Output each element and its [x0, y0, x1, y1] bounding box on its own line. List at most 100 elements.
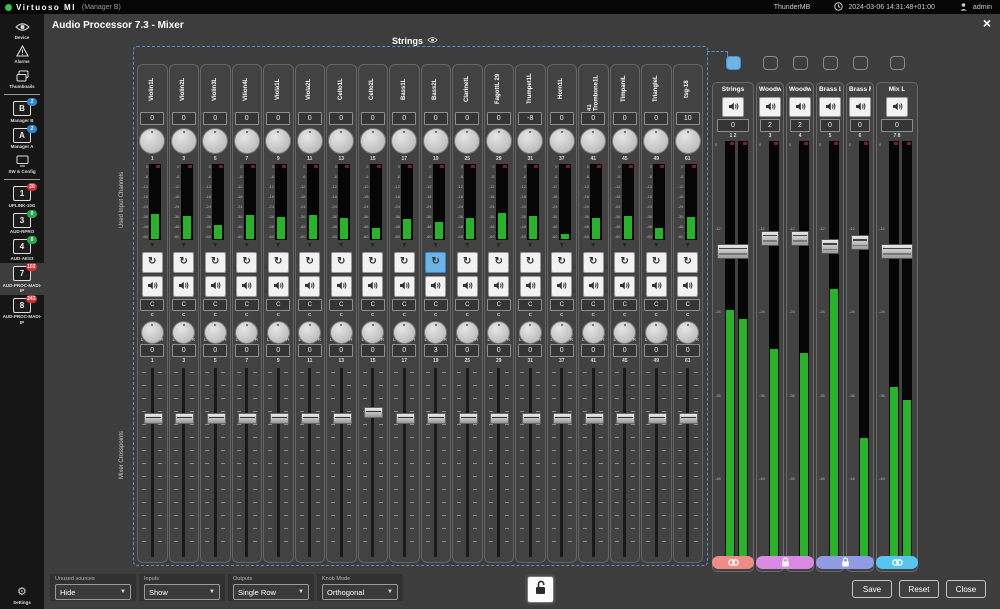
- sidebar-settings[interactable]: ⚙Settings: [13, 587, 31, 605]
- pan-mode-value[interactable]: C: [487, 299, 511, 311]
- output-select-toggle[interactable]: [726, 56, 741, 70]
- mute-button[interactable]: [457, 276, 478, 297]
- mute-button[interactable]: [759, 97, 781, 117]
- output-fader-handle[interactable]: [717, 244, 749, 259]
- control-select[interactable]: Show ▼: [144, 584, 220, 600]
- pan-value[interactable]: 0: [392, 344, 416, 357]
- visibility-icon[interactable]: [427, 36, 438, 46]
- output-value[interactable]: 0: [717, 119, 749, 132]
- mute-button[interactable]: [789, 97, 811, 117]
- pan-mode-value[interactable]: C: [424, 299, 448, 311]
- pan-value[interactable]: 0: [298, 344, 322, 357]
- output-group-pill[interactable]: [712, 556, 754, 569]
- crosspoint-route-button[interactable]: ↻: [457, 252, 478, 273]
- pan-value[interactable]: 0: [613, 344, 637, 357]
- mute-button[interactable]: [425, 276, 446, 297]
- fader-handle[interactable]: [175, 413, 194, 424]
- pan-value[interactable]: 0: [455, 344, 479, 357]
- pan-mode-value[interactable]: C: [676, 299, 700, 311]
- gain-value[interactable]: 0: [266, 112, 290, 125]
- fader-handle[interactable]: [648, 413, 667, 424]
- pan-value[interactable]: 0: [644, 344, 668, 357]
- mute-button[interactable]: [299, 276, 320, 297]
- gain-knob[interactable]: [643, 128, 669, 154]
- sidebar-item-aud-proc-madi-ip[interactable]: 8243AUD-PROC-MADI-IP: [0, 295, 44, 327]
- output-value[interactable]: 0: [881, 119, 913, 132]
- pan-mode-value[interactable]: C: [329, 299, 353, 311]
- fader-handle[interactable]: [427, 413, 446, 424]
- pan-mode-value[interactable]: C: [235, 299, 259, 311]
- gain-knob[interactable]: [517, 128, 543, 154]
- fader-handle[interactable]: [522, 413, 541, 424]
- sidebar-item-device[interactable]: Device: [0, 17, 44, 42]
- control-select[interactable]: Hide ▼: [55, 584, 131, 600]
- crosspoint-route-button[interactable]: ↻: [331, 252, 352, 273]
- output-select-toggle[interactable]: [823, 56, 838, 70]
- gain-value[interactable]: 10: [676, 112, 700, 125]
- mute-button[interactable]: [268, 276, 289, 297]
- save-button[interactable]: Save: [852, 580, 892, 598]
- sidebar-item-aud-proc-madi-ip[interactable]: 7102AUD-PROC-MADI-IP: [0, 263, 44, 295]
- mute-button[interactable]: [173, 276, 194, 297]
- gain-value[interactable]: 0: [644, 112, 668, 125]
- output-group-pill[interactable]: [756, 556, 814, 569]
- crosspoint-route-button[interactable]: ↻: [362, 252, 383, 273]
- crosspoint-route-button[interactable]: ↻: [425, 252, 446, 273]
- fader-handle[interactable]: [238, 413, 257, 424]
- pan-value[interactable]: 0: [235, 344, 259, 357]
- pan-value[interactable]: 3: [424, 344, 448, 357]
- mute-button[interactable]: [677, 276, 698, 297]
- fader-handle[interactable]: [270, 413, 289, 424]
- pan-mode-value[interactable]: C: [455, 299, 479, 311]
- fader-handle[interactable]: [490, 413, 509, 424]
- pan-value[interactable]: 0: [487, 344, 511, 357]
- mute-button[interactable]: [849, 97, 871, 117]
- gain-value[interactable]: 0: [613, 112, 637, 125]
- fader-handle[interactable]: [144, 413, 163, 424]
- gain-knob[interactable]: [171, 128, 197, 154]
- mute-button[interactable]: [614, 276, 635, 297]
- crosspoint-route-button[interactable]: ↻: [173, 252, 194, 273]
- mute-button[interactable]: [646, 276, 667, 297]
- fader-handle[interactable]: [207, 413, 226, 424]
- crosspoint-route-button[interactable]: ↻: [614, 252, 635, 273]
- sidebar-item-uplink-10g[interactable]: 120UPLINK-10G: [0, 183, 44, 210]
- fader-handle[interactable]: [459, 413, 478, 424]
- crosspoint-route-button[interactable]: ↻: [205, 252, 226, 273]
- pan-mode-value[interactable]: C: [140, 299, 164, 311]
- output-fader-handle[interactable]: [881, 244, 913, 259]
- gain-knob[interactable]: [297, 128, 323, 154]
- gain-knob[interactable]: [675, 128, 701, 154]
- gain-value[interactable]: 0: [298, 112, 322, 125]
- gain-value[interactable]: 0: [361, 112, 385, 125]
- fader-handle[interactable]: [396, 413, 415, 424]
- output-fader-handle[interactable]: [851, 235, 869, 250]
- crosspoint-route-button[interactable]: ↻: [551, 252, 572, 273]
- mute-button[interactable]: [394, 276, 415, 297]
- pan-mode-value[interactable]: C: [550, 299, 574, 311]
- gain-knob[interactable]: [391, 128, 417, 154]
- crosspoint-route-button[interactable]: ↻: [488, 252, 509, 273]
- output-value[interactable]: 2: [790, 119, 810, 132]
- mute-button[interactable]: [520, 276, 541, 297]
- mute-button[interactable]: [886, 97, 908, 117]
- gain-knob[interactable]: [360, 128, 386, 154]
- output-value[interactable]: 0: [850, 119, 870, 132]
- gain-value[interactable]: -8: [518, 112, 542, 125]
- mute-button[interactable]: [142, 276, 163, 297]
- gain-value[interactable]: 0: [235, 112, 259, 125]
- crosspoint-route-button[interactable]: ↻: [677, 252, 698, 273]
- gain-value[interactable]: 0: [455, 112, 479, 125]
- sidebar-item-aud-rpro[interactable]: 30AUD-RPRO: [0, 210, 44, 237]
- gain-value[interactable]: 0: [550, 112, 574, 125]
- mute-button[interactable]: [331, 276, 352, 297]
- crosspoint-route-button[interactable]: ↻: [646, 252, 667, 273]
- fader-handle[interactable]: [301, 413, 320, 424]
- mute-button[interactable]: [722, 97, 744, 117]
- pan-mode-value[interactable]: C: [644, 299, 668, 311]
- crosspoint-route-button[interactable]: ↻: [583, 252, 604, 273]
- pan-value[interactable]: 0: [518, 344, 542, 357]
- crosspoint-route-button[interactable]: ↻: [236, 252, 257, 273]
- pan-mode-value[interactable]: C: [203, 299, 227, 311]
- output-select-toggle[interactable]: [793, 56, 808, 70]
